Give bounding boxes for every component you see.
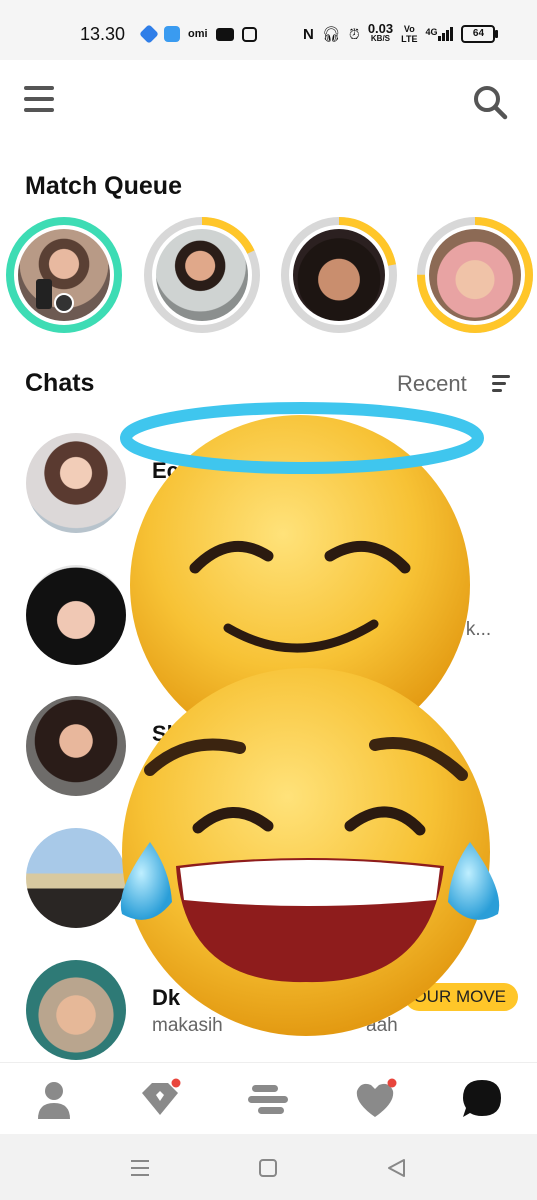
cloud-app-icon: [164, 26, 180, 42]
match-queue: [0, 212, 537, 337]
battery-indicator: 64: [461, 25, 499, 43]
alarm-icon: ⏰︎: [348, 25, 360, 42]
notification-icons: omi: [139, 24, 257, 44]
sort-icon[interactable]: [492, 375, 510, 393]
chat-name: Dk: [152, 985, 181, 1010]
status-bar: 13.30 omi N 🎧︎ ⏰︎ 0.03 KB/S Vo LTE 4G 64: [0, 0, 537, 60]
your-move-badge: OUR MOVE: [405, 983, 518, 1011]
headphones-icon: 🎧︎: [321, 26, 341, 43]
clock-badge-icon: [54, 293, 74, 313]
chat-avatar: [26, 960, 126, 1060]
hamburger-menu-icon[interactable]: [24, 86, 54, 116]
signal-icon: 4G: [425, 27, 454, 41]
chat-message-preview: makasih: [152, 1015, 223, 1036]
notification-dot: [171, 1078, 181, 1088]
match-queue-item[interactable]: [279, 215, 399, 335]
match-avatar: [429, 229, 521, 321]
app-bar: [0, 60, 537, 150]
recents-icon[interactable]: [128, 1156, 152, 1180]
search-icon[interactable]: [472, 84, 508, 120]
omi-app-icon: omi: [188, 28, 208, 40]
back-icon[interactable]: [384, 1156, 408, 1180]
youtube-icon: [215, 27, 234, 41]
chat-avatar: [26, 828, 126, 928]
chats-icon[interactable]: [460, 1077, 504, 1121]
chats-header: Chats Recent: [0, 360, 537, 410]
liked-you-icon[interactable]: [353, 1077, 397, 1121]
chat-avatar: [26, 433, 126, 533]
chat-row[interactable]: a k...: [0, 555, 537, 675]
discover-icon[interactable]: [138, 1077, 182, 1121]
bottom-nav: [0, 1062, 537, 1135]
match-avatar: [156, 229, 248, 321]
volte-indicator: Vo LTE: [401, 24, 418, 44]
instagram-icon: [241, 26, 257, 42]
chat-row[interactable]: Sh: [0, 688, 537, 808]
status-right-icons: N 🎧︎ ⏰︎ 0.03 KB/S Vo LTE 4G 64: [303, 21, 499, 44]
system-nav-bar: [0, 1134, 537, 1200]
status-time: 13.30: [80, 24, 126, 44]
chats-title: Chats: [25, 369, 95, 397]
match-queue-item[interactable]: [142, 215, 262, 335]
net-speed: 0.03 KB/S: [367, 21, 394, 43]
chat-name: Ec: [152, 458, 179, 483]
home-icon[interactable]: [256, 1156, 280, 1180]
chat-avatar: [26, 565, 126, 665]
sort-recent-button[interactable]: Recent: [397, 371, 467, 397]
chat-row[interactable]: Ec: [0, 425, 537, 545]
match-queue-item[interactable]: [415, 215, 535, 335]
nfc-icon: N: [303, 25, 314, 43]
chat-row[interactable]: [0, 820, 537, 940]
match-queue-item[interactable]: [4, 215, 124, 335]
chat-row[interactable]: Dk makasih aah: [0, 952, 537, 1072]
phone-selfie: [36, 279, 52, 309]
chat-message-preview: a k...: [450, 619, 492, 640]
chat-avatar: [26, 696, 126, 796]
profile-icon[interactable]: [32, 1077, 76, 1121]
match-queue-title: Match Queue: [25, 172, 182, 200]
chat-name: Sh: [152, 721, 181, 746]
people-icon[interactable]: [246, 1077, 290, 1121]
app-notification-icon: [139, 24, 159, 44]
match-avatar: [293, 229, 385, 321]
chat-message-preview-end: aah: [366, 1015, 398, 1036]
notification-dot: [387, 1078, 397, 1088]
